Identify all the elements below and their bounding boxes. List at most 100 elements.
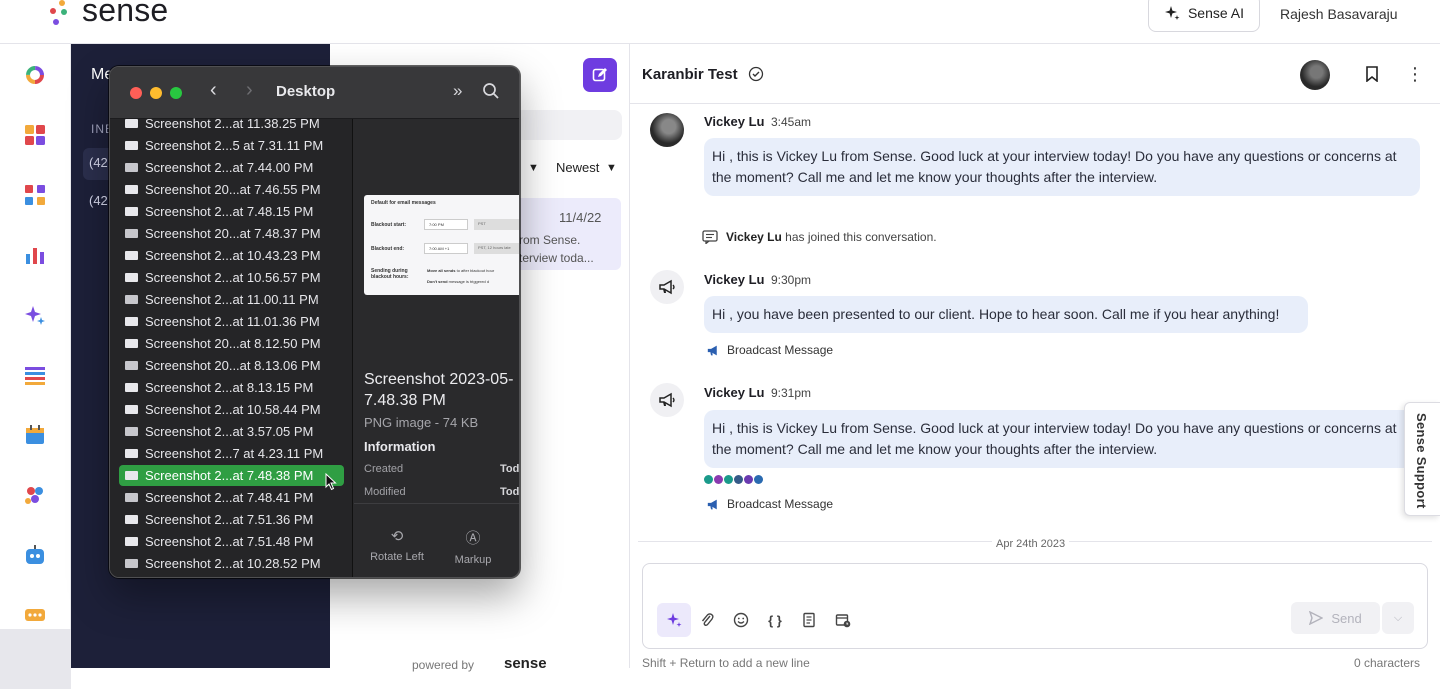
filter-chevron-down-icon[interactable]: ▼ — [528, 162, 539, 174]
finder-file-row[interactable]: Screenshot 2...at 11.38.25 PM — [119, 113, 344, 134]
finder-file-row[interactable]: Screenshot 2...at 11.01.36 PM — [119, 311, 344, 332]
close-window-icon[interactable] — [130, 87, 142, 99]
sender-name: Vickey Lu — [704, 272, 765, 287]
finder-file-name: Screenshot 2...at 8.13.15 PM — [145, 380, 314, 395]
bookmark-icon[interactable] — [1365, 66, 1379, 82]
finder-file-row[interactable]: Screenshot 20...at 7.48.37 PM — [119, 223, 344, 244]
ai-assist-button[interactable] — [657, 603, 691, 637]
joined-text: has joined this conversation. — [785, 230, 937, 244]
sense-support-label: Sense Support — [1414, 413, 1429, 509]
finder-file-list[interactable]: Screenshot 2...at 11.38.25 PM Screenshot … — [110, 116, 353, 577]
finder-file-row[interactable]: Screenshot 2...at 7.44.00 PM — [119, 157, 344, 178]
sender-name: Vickey Lu — [704, 114, 765, 129]
finder-file-row[interactable]: Screenshot 20...at 8.12.50 PM — [119, 333, 344, 354]
minimize-window-icon[interactable] — [150, 87, 162, 99]
template-button[interactable] — [795, 606, 823, 634]
markup-icon: Ⓐ — [465, 530, 481, 547]
finder-file-row[interactable]: Screenshot 2...at 7.48.38 PM — [119, 465, 344, 486]
thumb-option: Move all sends to after blackout hour — [427, 268, 494, 273]
finder-file-row[interactable]: Screenshot 2...at 10.28.52 PM — [119, 553, 344, 574]
read-receipt-avatar — [724, 475, 733, 484]
finder-file-row[interactable]: Screenshot 2...at 11.00.11 PM — [119, 289, 344, 310]
back-chevron-icon[interactable]: ‹ — [210, 79, 217, 102]
image-icon — [125, 515, 138, 524]
image-icon — [125, 383, 138, 392]
finder-window[interactable]: ‹ › Desktop » Screenshot 2...at 11.38.25… — [109, 66, 520, 578]
send-options-chevron-icon[interactable]: ⌵ — [1382, 602, 1414, 634]
markup-button[interactable]: Ⓐ Markup — [438, 527, 508, 566]
sort-dropdown[interactable]: Newest — [556, 160, 599, 175]
finder-file-row[interactable]: Screenshot 2...at 7.51.48 PM — [119, 531, 344, 552]
image-icon — [125, 559, 138, 568]
finder-file-name: Screenshot 2...at 7.44.00 PM — [145, 160, 314, 175]
emoji-button[interactable] — [727, 606, 755, 634]
zoom-window-icon[interactable] — [170, 87, 182, 99]
finder-file-row[interactable]: Screenshot 2...at 10.43.23 PM — [119, 245, 344, 266]
finder-file-row[interactable]: Screenshot 2...at 10.58.44 PM — [119, 399, 344, 420]
image-icon — [125, 317, 138, 326]
schedule-button[interactable] — [829, 606, 857, 634]
variables-braces-icon[interactable]: { } — [761, 606, 789, 634]
list-icon[interactable] — [24, 364, 46, 386]
more-toolbar-icon[interactable]: » — [453, 81, 462, 101]
smiley-icon — [733, 612, 749, 628]
finder-file-row[interactable]: Screenshot 2...at 8.13.15 PM — [119, 377, 344, 398]
attach-button[interactable] — [693, 606, 721, 634]
calendar-clock-icon — [835, 614, 851, 628]
message-time: 9:30pm — [771, 273, 812, 287]
thumb-row-label: Blackout end: — [371, 246, 405, 252]
chat-event-icon — [702, 230, 718, 244]
brand-logo[interactable]: sense — [82, 0, 168, 29]
messages-icon[interactable] — [24, 604, 46, 626]
sort-chevron-down-icon[interactable]: ▼ — [606, 162, 617, 174]
created-value: Tod — [500, 463, 520, 475]
inbox-item-count: (42 — [89, 193, 108, 208]
ai-sparkle-icon[interactable] — [24, 304, 46, 326]
finder-file-row[interactable]: Screenshot 2...7 at 4.23.11 PM — [119, 443, 344, 464]
analytics-icon[interactable] — [24, 244, 46, 266]
contact-name[interactable]: Karanbir Test — [642, 66, 738, 83]
rotate-left-button[interactable]: ⟲ Rotate Left — [362, 527, 432, 563]
finder-file-row[interactable]: Screenshot 2...at 3.57.05 PM — [119, 421, 344, 442]
finder-file-name: Screenshot 2...at 7.51.48 PM — [145, 534, 314, 549]
user-menu[interactable]: Rajesh Basavaraju — [1280, 6, 1398, 22]
bot-icon[interactable] — [24, 544, 46, 566]
more-options-icon[interactable]: ⋮ — [1406, 64, 1424, 85]
message-composer[interactable]: { } Send ⌵ — [642, 563, 1428, 649]
finder-file-row[interactable]: Screenshot 2...at 10.56.57 PM — [119, 267, 344, 288]
grid-icon[interactable] — [24, 124, 46, 146]
finder-file-row[interactable]: Screenshot 20...at 7.46.55 PM — [119, 179, 344, 200]
finder-file-row[interactable]: Screenshot 20...at 8.13.06 PM — [119, 355, 344, 376]
send-button[interactable]: Send — [1291, 602, 1380, 634]
sender-name: Vickey Lu — [704, 385, 765, 400]
finder-file-name: Screenshot 2...at 10.56.57 PM — [145, 270, 321, 285]
finder-file-name: Screenshot 2...at 11.38.25 PM — [145, 116, 320, 131]
send-icon — [1309, 611, 1324, 625]
forward-chevron-icon[interactable]: › — [246, 79, 253, 102]
finder-file-row[interactable]: Screenshot 2...5 at 7.31.11 PM — [119, 135, 344, 156]
people-icon[interactable] — [24, 484, 46, 506]
search-icon[interactable] — [482, 82, 500, 100]
finder-file-name: Screenshot 2...at 11.01.36 PM — [145, 314, 320, 329]
read-receipts — [704, 475, 763, 484]
rotate-left-icon: ⟲ — [390, 528, 404, 545]
calendar-icon[interactable] — [24, 424, 46, 446]
finder-file-row[interactable]: Screenshot 2...at 7.51.36 PM — [119, 509, 344, 530]
finder-file-row[interactable]: Screenshot 2...at 7.48.15 PM — [119, 201, 344, 222]
workflow-icon[interactable] — [24, 184, 46, 206]
broadcast-megaphone-icon — [707, 499, 717, 509]
sparkle-icon — [1164, 6, 1180, 20]
sense-support-tab[interactable]: Sense Support — [1404, 402, 1440, 516]
sense-ai-button[interactable]: Sense AI — [1148, 0, 1260, 32]
image-icon — [125, 141, 138, 150]
read-receipt-avatar — [714, 475, 723, 484]
image-icon — [125, 251, 138, 260]
thumb-option: Don't send message is triggered d — [427, 279, 489, 284]
compose-button[interactable] — [583, 58, 617, 92]
sense-logo-icon — [50, 0, 67, 25]
dashboard-ring-icon[interactable] — [24, 64, 46, 86]
contact-avatar[interactable] — [1300, 60, 1330, 90]
thumb-heading: Default for email messages — [371, 200, 436, 206]
finder-file-row[interactable]: Screenshot 2...at 7.48.41 PM — [119, 487, 344, 508]
joined-user: Vickey Lu — [726, 230, 782, 244]
